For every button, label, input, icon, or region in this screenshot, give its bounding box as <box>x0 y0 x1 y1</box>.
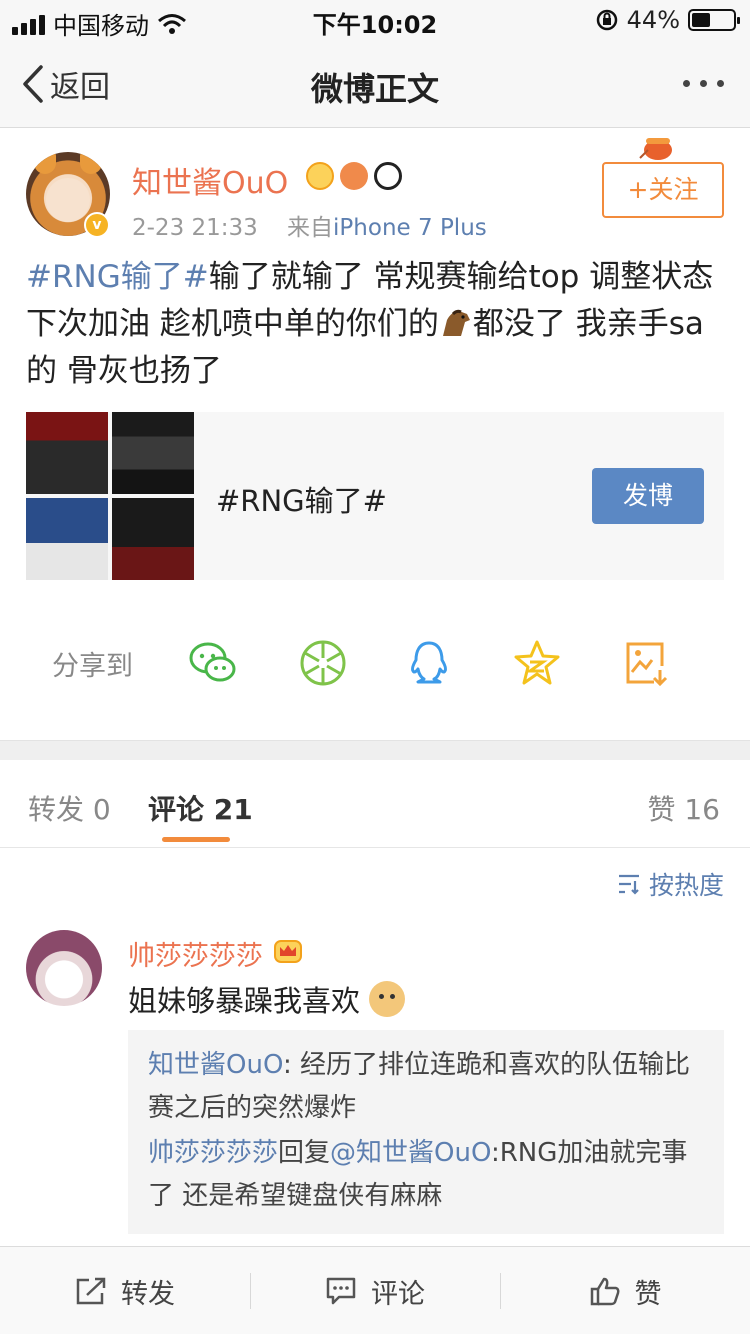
tab-comment[interactable]: 评论 21 <box>148 788 253 828</box>
battery-icon <box>688 9 740 31</box>
repost-button[interactable]: 转发 <box>0 1247 250 1334</box>
tab-likes-label: 赞 <box>647 793 676 826</box>
author-badges <box>306 162 402 190</box>
share-label: 分享到 <box>52 651 133 682</box>
topic-card[interactable]: #RNG输了# 发博 <box>26 412 724 580</box>
post-timestamp: 2-23 21:33 <box>132 215 258 241</box>
status-bar: 中国移动 下午10:02 44% <box>0 0 750 40</box>
tab-likes[interactable]: 赞 16 <box>647 788 720 828</box>
tab-repost[interactable]: 转发 0 <box>28 788 111 828</box>
comment-button[interactable]: 评论 <box>250 1247 500 1334</box>
reply-separator: : <box>282 1050 300 1080</box>
qq-icon[interactable] <box>404 638 454 688</box>
post-body: #RNG输了#输了就输了 常规赛输给top 调整状态下次加油 趁机喷中单的你们的… <box>26 254 726 395</box>
more-dot-icon <box>717 80 724 87</box>
panda-badge-icon[interactable] <box>374 162 402 190</box>
repost-label: 转发 <box>121 1278 175 1310</box>
post-header: v 知世酱OuO 2-23 21:33 来自iPhone 7 Plus +关注 <box>26 138 726 242</box>
like-button[interactable]: 赞 <box>500 1247 750 1334</box>
reply-item: 知世酱OuO: 经历了排位连跪和喜欢的队伍输比赛之后的突然爆炸 <box>148 1044 704 1130</box>
horse-emoji-icon <box>442 309 470 336</box>
topic-thumbnails <box>26 412 194 580</box>
more-dot-icon <box>700 80 707 87</box>
thumbs-up-icon <box>590 1277 619 1306</box>
sort-icon <box>618 874 639 895</box>
topic-title: #RNG输了# <box>216 484 387 518</box>
bottom-action-bar: 转发 评论 赞 <box>0 1246 750 1334</box>
tab-repost-label: 转发 <box>28 793 85 826</box>
topic-thumbnail <box>26 412 108 494</box>
follow-button[interactable]: +关注 <box>602 162 724 218</box>
vip-crown-icon[interactable] <box>274 938 302 964</box>
tab-active-indicator <box>162 837 230 842</box>
reply-verb: 回复 <box>278 1138 331 1168</box>
reply-item: 帅莎莎莎莎回复@知世酱OuO:RNG加油就完事了 还是希望键盘侠有麻麻 <box>148 1132 704 1218</box>
sort-label: 按热度 <box>648 871 724 900</box>
repost-icon <box>76 1277 106 1305</box>
qzone-star-icon[interactable] <box>512 638 562 688</box>
wechat-icon[interactable] <box>188 638 238 688</box>
comment-text: 姐妹够暴躁我喜欢 <box>128 978 406 1020</box>
flame-badge-icon[interactable] <box>340 162 368 190</box>
reply-thread[interactable]: 知世酱OuO: 经历了排位连跪和喜欢的队伍输比赛之后的突然爆炸 帅莎莎莎莎回复@… <box>128 1030 724 1234</box>
share-row: 分享到 <box>0 620 750 704</box>
topic-thumbnail <box>112 498 194 580</box>
interaction-tabs: 转发 0 评论 21 赞 16 <box>0 760 750 848</box>
verified-badge-icon: v <box>84 212 110 238</box>
vip-crown-icon[interactable] <box>306 162 334 190</box>
more-dot-icon <box>683 80 690 87</box>
commenter-avatar[interactable] <box>26 930 102 1006</box>
hotpot-icon <box>639 138 672 160</box>
status-right: 44% <box>595 6 740 34</box>
post-meta: 2-23 21:33 来自iPhone 7 Plus <box>132 208 487 242</box>
more-button[interactable] <box>683 80 724 87</box>
reply-mention[interactable]: @知世酱OuO <box>330 1138 491 1168</box>
comment-label: 评论 <box>371 1278 425 1310</box>
tab-likes-count: 16 <box>684 793 720 826</box>
battery-percent: 44% <box>626 6 680 34</box>
section-divider <box>0 740 750 760</box>
tab-repost-count: 0 <box>92 793 111 826</box>
comment-icon <box>326 1277 356 1305</box>
nav-bar: 返回 微博正文 <box>0 40 750 128</box>
author-name[interactable]: 知世酱OuO <box>132 158 288 202</box>
post-hashtag[interactable]: #RNG输了# <box>26 259 209 295</box>
doge-emoji-icon <box>369 981 406 1017</box>
like-label: 赞 <box>634 1278 662 1310</box>
commenter-name[interactable]: 帅莎莎莎莎 <box>128 934 263 973</box>
sort-by-heat-button[interactable]: 按热度 <box>617 866 724 902</box>
reply-author[interactable]: 知世酱OuO <box>148 1050 283 1080</box>
save-image-icon[interactable] <box>620 638 670 688</box>
tab-comment-count: 21 <box>213 793 253 826</box>
orientation-lock-icon <box>596 9 617 31</box>
page-title: 微博正文 <box>310 70 439 108</box>
post-source[interactable]: iPhone 7 Plus <box>333 215 487 241</box>
tab-comment-label: 评论 <box>148 793 205 826</box>
moments-icon[interactable] <box>298 638 348 688</box>
topic-thumbnail <box>26 498 108 580</box>
topic-thumbnail <box>112 412 194 494</box>
post-to-topic-button[interactable]: 发博 <box>592 468 704 524</box>
source-prefix: 来自 <box>287 215 334 241</box>
reply-author[interactable]: 帅莎莎莎莎 <box>148 1138 278 1168</box>
